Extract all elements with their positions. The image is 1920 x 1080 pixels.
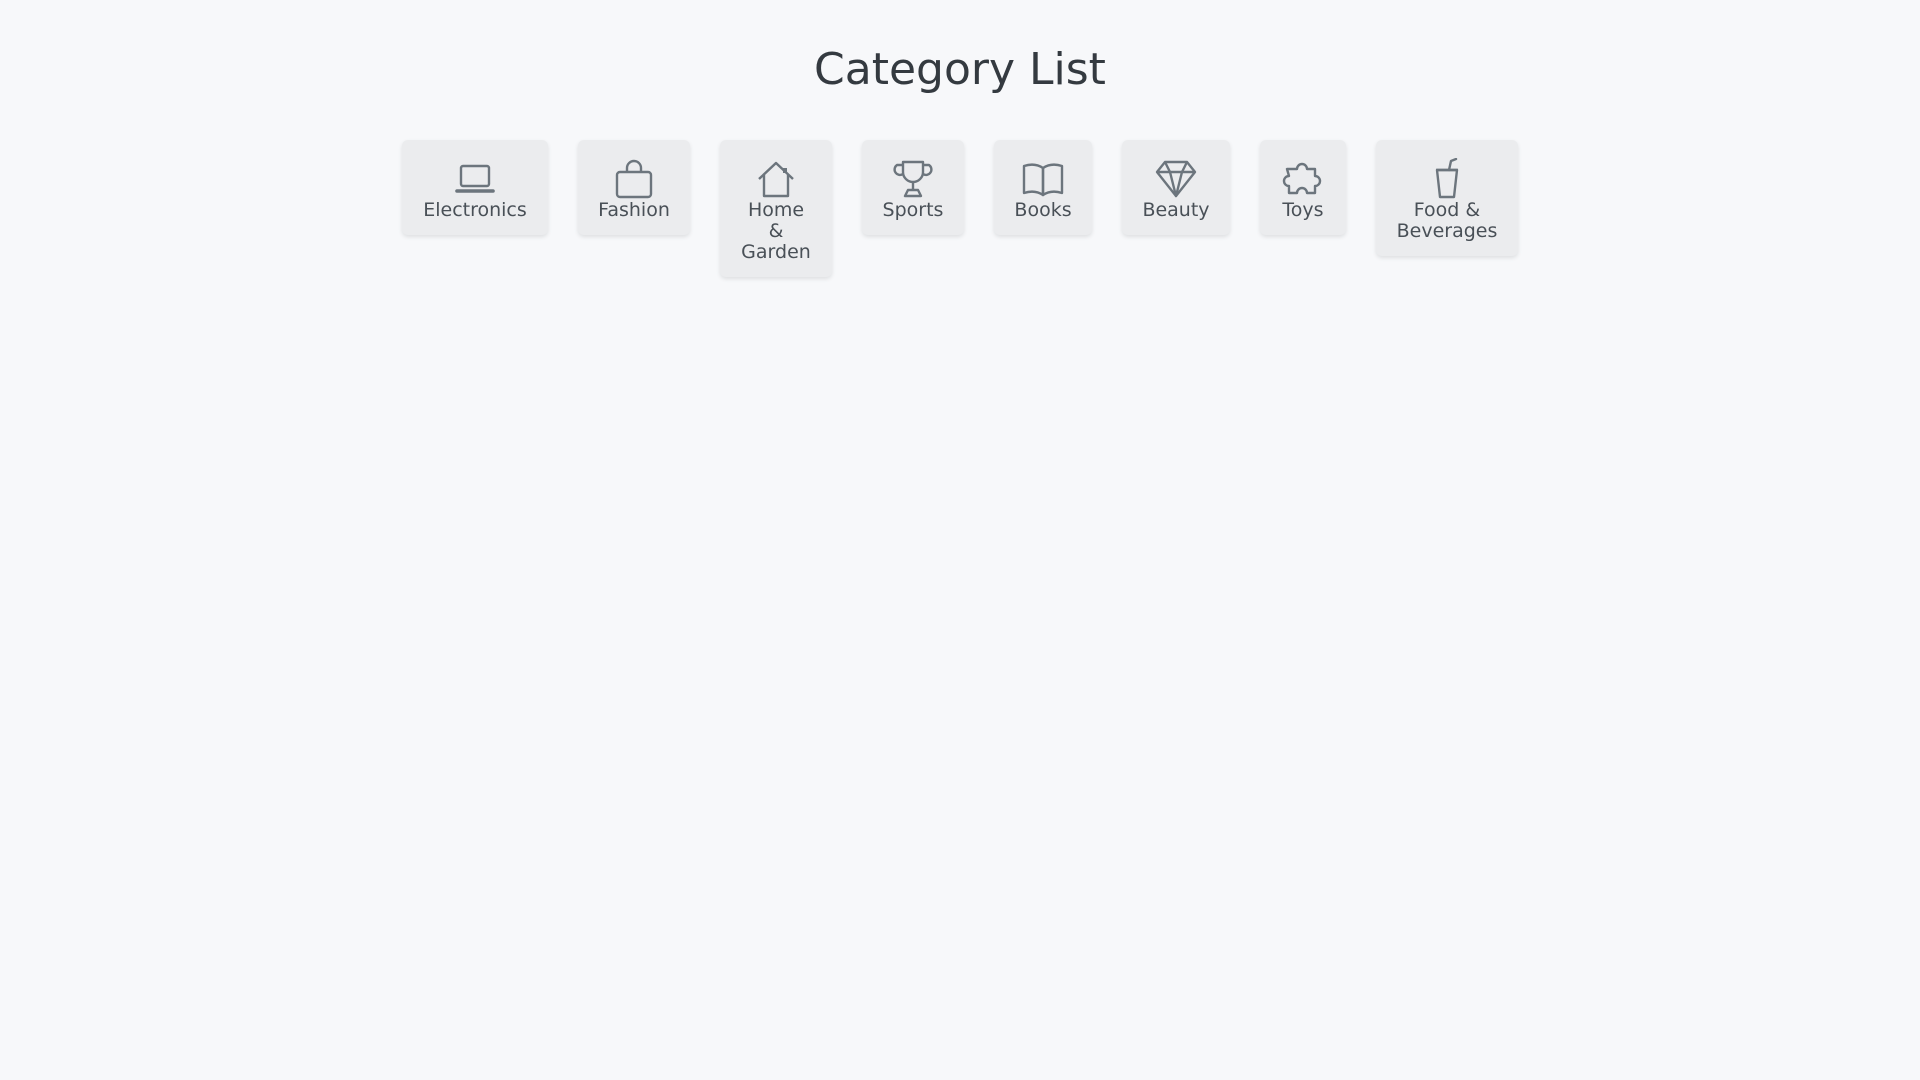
- category-label: Food & Beverages: [1396, 199, 1498, 242]
- cup-straw-icon: [1425, 158, 1469, 200]
- category-books[interactable]: Books: [994, 140, 1092, 235]
- category-electronics[interactable]: Electronics: [402, 140, 548, 235]
- page-title: Category List: [814, 44, 1106, 95]
- laptop-icon: [453, 158, 497, 200]
- trophy-icon: [891, 158, 935, 200]
- category-label: Home & Garden: [741, 199, 811, 263]
- puzzle-icon: [1281, 158, 1325, 200]
- open-book-icon: [1021, 158, 1065, 200]
- category-home-garden[interactable]: Home & Garden: [720, 140, 832, 277]
- category-label: Beauty: [1142, 199, 1210, 221]
- category-toys[interactable]: Toys: [1260, 140, 1346, 235]
- category-label: Toys: [1282, 199, 1324, 221]
- category-food-beverages[interactable]: Food & Beverages: [1376, 140, 1518, 256]
- category-beauty[interactable]: Beauty: [1122, 140, 1230, 235]
- house-icon: [754, 158, 798, 200]
- category-label: Sports: [882, 199, 944, 221]
- category-label: Fashion: [598, 199, 670, 221]
- category-sports[interactable]: Sports: [862, 140, 964, 235]
- gem-icon: [1154, 158, 1198, 200]
- category-fashion[interactable]: Fashion: [578, 140, 690, 235]
- category-list: Electronics Fashion Home & Garden Sports…: [0, 140, 1920, 277]
- shopping-bag-icon: [612, 158, 656, 200]
- category-label: Electronics: [423, 199, 527, 221]
- category-label: Books: [1014, 199, 1072, 221]
